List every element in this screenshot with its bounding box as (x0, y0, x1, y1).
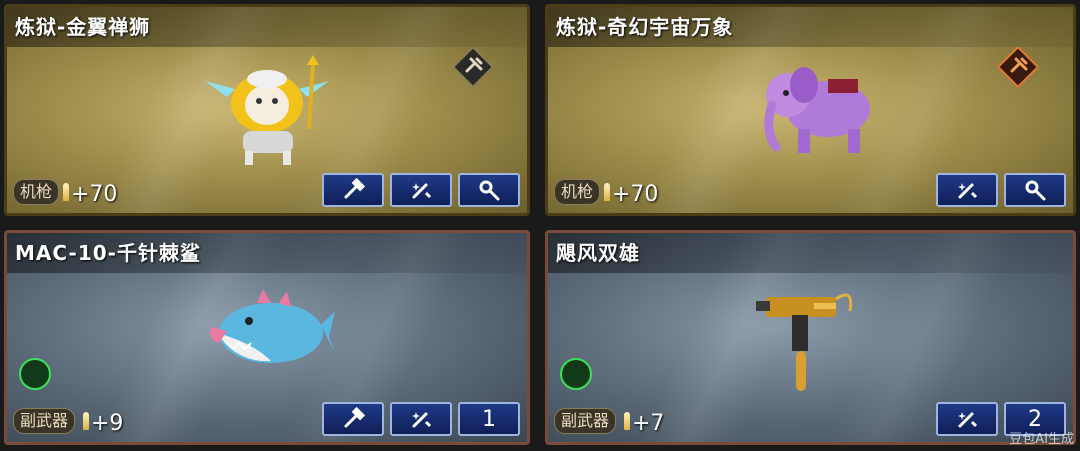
weapon-category-badge: 机枪 (13, 179, 60, 205)
weapon-card-shark[interactable]: MAC-10-千针棘鲨 副武器 +9 1 (4, 230, 530, 445)
secondary-weapon-chip-icon (19, 358, 51, 390)
spiky-shark-artwork (210, 289, 335, 363)
weapon-category-badge: 机枪 (554, 179, 601, 205)
weapon-category-badge: 副武器 (554, 408, 617, 434)
ai-watermark: 豆包AI生成 (1009, 432, 1074, 447)
weapon-card-lion[interactable]: 炼狱-金翼禅狮 机枪 +70 (4, 4, 530, 216)
golden-uzi-artwork (756, 293, 853, 391)
stat-bonus: +7 (632, 411, 665, 436)
sparkle-wrench-icon (412, 412, 432, 428)
settings-button[interactable] (1004, 173, 1066, 207)
hammer-icon (344, 177, 366, 199)
stat-bonus: +70 (71, 182, 118, 207)
quantity-button[interactable]: 1 (458, 402, 520, 436)
upgrade-badge-icon (998, 47, 1038, 87)
sparkle-wrench-icon (958, 183, 978, 199)
card-title: 炼狱-奇幻宇宙万象 (556, 15, 734, 39)
hammer-icon (344, 406, 366, 428)
hammer-button[interactable] (322, 173, 384, 207)
hammer-button[interactable] (322, 402, 384, 436)
upgrade-button[interactable] (936, 402, 998, 436)
sparkle-wrench-icon (958, 412, 978, 428)
gear-wrench-icon (1025, 180, 1046, 201)
upgrade-button[interactable] (390, 173, 452, 207)
bullet-icon (604, 183, 610, 201)
settings-button[interactable] (458, 173, 520, 207)
sparkle-wrench-icon (412, 183, 432, 199)
card-title: 飓风双雄 (556, 241, 640, 265)
weapon-card-dual-uzi[interactable]: 飓风双雄 副武器 +7 2 (545, 230, 1076, 445)
secondary-weapon-chip-icon (560, 358, 592, 390)
upgrade-badge-icon (453, 47, 493, 87)
bullet-icon (624, 412, 630, 430)
cosmic-elephant-artwork (764, 67, 870, 153)
weapon-category-badge: 副武器 (13, 408, 76, 434)
bullet-icon (83, 412, 89, 430)
upgrade-button[interactable] (390, 402, 452, 436)
golden-lion-artwork (205, 55, 329, 165)
weapon-card-elephant[interactable]: 炼狱-奇幻宇宙万象 机枪 +70 (545, 4, 1076, 216)
stat-bonus: +70 (612, 182, 659, 207)
card-title: MAC-10-千针棘鲨 (15, 241, 201, 265)
card-title: 炼狱-金翼禅狮 (15, 15, 151, 39)
gear-wrench-icon (479, 180, 500, 201)
stat-bonus: +9 (91, 411, 124, 436)
upgrade-button[interactable] (936, 173, 998, 207)
bullet-icon (63, 183, 69, 201)
